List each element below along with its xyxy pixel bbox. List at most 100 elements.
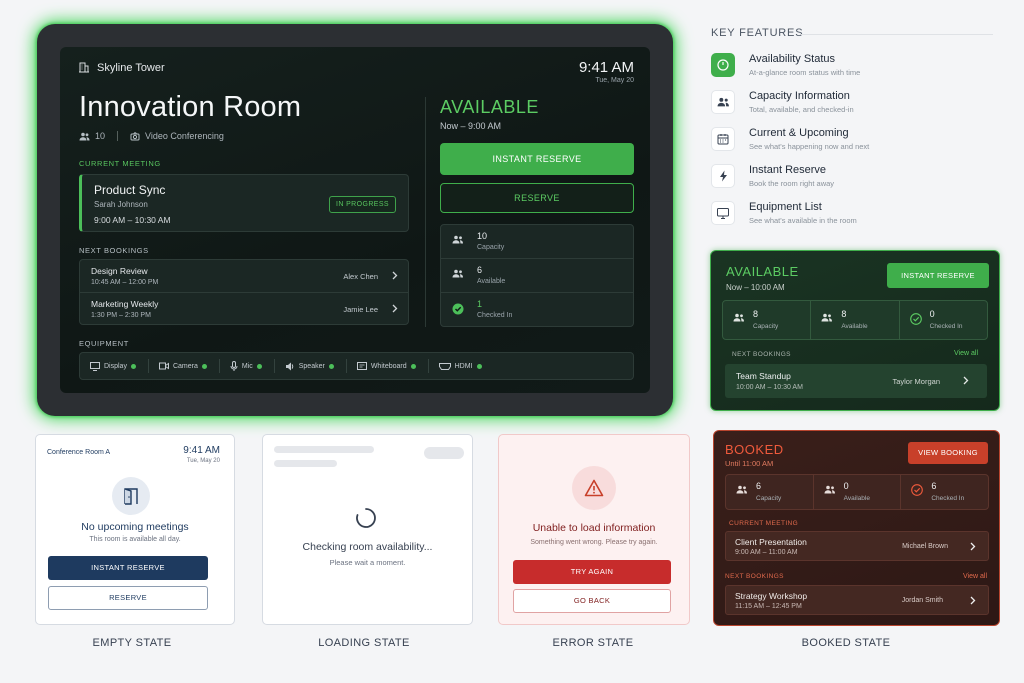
current-meeting-card[interactable]: Product Sync Sarah Johnson 9:00 AM – 10:…: [79, 174, 409, 232]
feature-item: Instant Reserve Book the room right away: [711, 164, 834, 188]
booking-row[interactable]: Strategy Workshop 11:15 AM – 12:45 PM Jo…: [725, 585, 989, 615]
instant-reserve-button[interactable]: INSTANT RESERVE: [48, 556, 208, 580]
view-booking-button[interactable]: VIEW BOOKING: [908, 442, 988, 464]
stat-available: 8 Available: [811, 301, 900, 339]
tablet-device: Skyline Tower 9:41 AM Tue, May 20 Innova…: [37, 24, 673, 416]
current-meeting-label: CURRENT MEETING: [79, 159, 161, 168]
people-icon: [452, 269, 464, 278]
booking-time: 10:00 AM – 10:30 AM: [736, 384, 803, 391]
clock-icon: [711, 53, 735, 77]
check-circle-icon: [452, 303, 464, 315]
stat-label: Capacity: [753, 323, 779, 330]
stat-checked-in: 0 Checked In: [900, 301, 987, 339]
chevron-right-icon: [963, 376, 969, 385]
go-back-button[interactable]: GO BACK: [513, 589, 671, 613]
people-icon: [733, 313, 745, 322]
booking-host: Alex Chen: [343, 272, 378, 281]
lightning-icon: [711, 164, 735, 188]
try-again-button[interactable]: TRY AGAIN: [513, 560, 671, 584]
meeting-host: Michael Brown: [902, 543, 948, 550]
instant-reserve-button[interactable]: INSTANT RESERVE: [887, 263, 989, 288]
booking-time: 1:30 PM – 2:30 PM: [91, 312, 151, 319]
vertical-divider: [425, 97, 426, 327]
whiteboard-icon: [356, 361, 367, 370]
people-icon: [79, 132, 90, 141]
widget-status: AVAILABLE: [726, 264, 799, 279]
display-icon: [90, 361, 100, 371]
clock-date: Tue, May 20: [595, 77, 634, 84]
booked-state-caption: BOOKED STATE: [801, 637, 891, 649]
booking-time: 11:15 AM – 12:45 PM: [735, 603, 802, 610]
feature-desc: See what's happening now and next: [749, 142, 870, 151]
feature-title: Current & Upcoming: [749, 127, 849, 139]
speaker-icon: [285, 362, 293, 370]
booking-title: Marketing Weekly: [91, 299, 159, 309]
stat-checked-in: 6 Checked In: [901, 475, 988, 509]
skeleton-bar: [274, 446, 374, 453]
room-title: Innovation Room: [79, 91, 302, 123]
booking-title: Strategy Workshop: [735, 591, 808, 601]
widget-stats: 6 Capacity 0 Available 6 Checked In: [725, 474, 989, 510]
view-all-link[interactable]: View all: [963, 573, 987, 580]
room-display-screen: Skyline Tower 9:41 AM Tue, May 20 Innova…: [60, 47, 650, 393]
available-widget: AVAILABLE Now – 10:00 AM INSTANT RESERVE…: [710, 250, 1000, 411]
loading-state-caption: LOADING STATE: [318, 637, 410, 649]
mic-icon: [230, 361, 238, 371]
stat-label: Capacity: [756, 495, 782, 502]
current-meeting-label: CURRENT MEETING: [729, 520, 799, 527]
error-desc: Something went wrong. Please try again.: [530, 539, 658, 546]
stat-capacity: 10 Capacity: [441, 225, 633, 259]
booking-row[interactable]: Marketing Weekly 1:30 PM – 2:30 PM Jamie…: [80, 293, 408, 326]
booking-title: Team Standup: [736, 371, 791, 381]
feature-title: Equipment List: [749, 201, 822, 213]
feature-item: Current & Upcoming See what's happening n…: [711, 127, 869, 151]
error-state-card: Unable to load information Something wen…: [498, 434, 690, 625]
room-status: AVAILABLE: [440, 97, 539, 117]
capacity-value: 10: [95, 131, 106, 141]
stat-value: 1: [477, 299, 483, 309]
loading-state-card: Checking room availability... Please wai…: [262, 434, 473, 625]
reserve-button[interactable]: RESERVE: [440, 183, 634, 213]
people-icon: [736, 485, 748, 494]
loading-title: Checking room availability...: [302, 541, 433, 553]
view-all-link[interactable]: View all: [954, 350, 978, 357]
stat-label: Checked In: [931, 495, 965, 502]
stat-capacity: 6 Capacity: [726, 475, 814, 509]
equipment-mic: Mic: [230, 361, 262, 371]
booking-host: Taylor Morgan: [892, 377, 940, 386]
chevron-right-icon: [392, 304, 398, 313]
equipment-bar: Display Camera Mic Speaker Whiteboard HD…: [79, 352, 634, 380]
booking-row[interactable]: Design Review 10:45 AM – 12:00 PM Alex C…: [80, 260, 408, 293]
check-circle-icon: [909, 313, 922, 325]
status-badge: IN PROGRESS: [328, 196, 396, 213]
stat-value: 0: [843, 481, 849, 491]
meeting-host: Sarah Johnson: [94, 200, 148, 209]
room-name: Conference Room A: [47, 449, 111, 456]
current-meeting-row[interactable]: Client Presentation 9:00 AM – 11:00 AM M…: [725, 531, 989, 561]
error-title: Unable to load information: [532, 522, 656, 534]
feature-desc: See what's available in the room: [749, 216, 857, 225]
equipment-label: EQUIPMENT: [79, 339, 129, 348]
stat-capacity: 8 Capacity: [723, 301, 812, 339]
stat-label: Available: [843, 495, 870, 502]
widget-stats: 8 Capacity 8 Available 0 Checked In: [722, 300, 988, 340]
stats-panel: 10 Capacity 6 Available 1 Checked In: [440, 224, 634, 327]
room-meta: 10 Video Conferencing: [79, 131, 224, 141]
instant-reserve-button[interactable]: INSTANT RESERVE: [440, 143, 634, 175]
people-icon: [821, 313, 833, 322]
empty-state-caption: EMPTY STATE: [92, 637, 172, 649]
reserve-button[interactable]: RESERVE: [48, 586, 208, 610]
booking-row[interactable]: Team Standup 10:00 AM – 10:30 AM Taylor …: [725, 364, 987, 398]
equipment-whiteboard: Whiteboard: [356, 361, 416, 371]
stat-value: 6: [756, 481, 762, 491]
feature-item: Availability Status At-a-glance room stat…: [711, 53, 860, 77]
booked-widget: BOOKED Until 11:00 AM VIEW BOOKING 6 Cap…: [713, 430, 1000, 626]
status-time: Now – 9:00 AM: [440, 121, 502, 131]
monitor-icon: [711, 201, 735, 225]
next-bookings-list: Design Review 10:45 AM – 12:00 PM Alex C…: [79, 259, 409, 325]
meeting-time: 9:00 AM – 11:00 AM: [735, 549, 798, 556]
calendar-icon: [711, 127, 735, 151]
widget-status-time: Now – 10:00 AM: [726, 283, 785, 292]
stat-value: 0: [929, 309, 935, 319]
camera-icon: [158, 362, 169, 370]
